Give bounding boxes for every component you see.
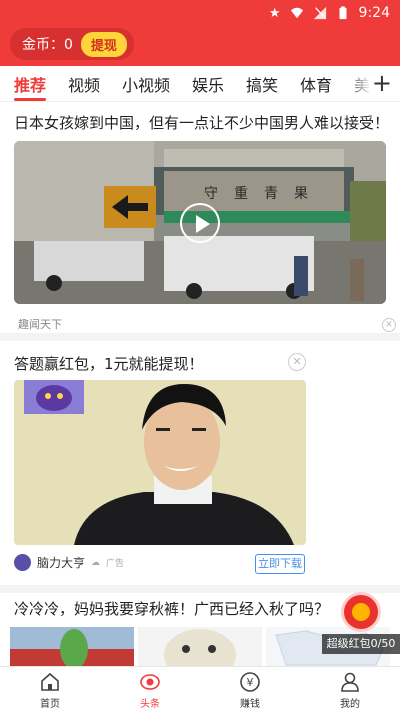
withdraw-button[interactable]: 提现 bbox=[80, 31, 127, 57]
status-time: 9:24 bbox=[358, 5, 390, 21]
article-source: 趣闻天下 bbox=[18, 318, 62, 331]
signal-icon bbox=[313, 6, 326, 20]
nav-label: 首页 bbox=[40, 699, 60, 710]
status-bar: ★ 9:24 bbox=[269, 5, 390, 21]
ad-tag: 广告 bbox=[106, 559, 125, 569]
ad-meta: 脑力大亨 ☁ 广告 bbox=[14, 554, 124, 571]
article-title[interactable]: 日本女孩嫁到中国，但有一点让不少中国男人难以接受！ bbox=[14, 112, 389, 133]
nav-label: 赚钱 bbox=[240, 699, 260, 710]
thumbnail-image bbox=[10, 627, 134, 667]
article-thumbnail[interactable] bbox=[138, 627, 262, 667]
nav-profile[interactable]: 我的 bbox=[320, 671, 380, 710]
tab-short-video[interactable]: 小视频 bbox=[122, 72, 170, 96]
download-button[interactable]: 立即下载 bbox=[255, 554, 305, 574]
eye-icon bbox=[140, 674, 160, 690]
thumbnail-image bbox=[138, 627, 262, 667]
svg-text:守: 守 bbox=[204, 186, 218, 202]
notification-star-icon: ★ bbox=[268, 5, 281, 21]
play-button-icon[interactable] bbox=[180, 203, 220, 243]
nav-label: 头条 bbox=[140, 699, 160, 710]
tab-video[interactable]: 视频 bbox=[68, 72, 100, 96]
user-icon bbox=[341, 672, 359, 692]
tab-fade bbox=[344, 66, 372, 101]
article-title[interactable]: 冷冷冷，妈妈我要穿秋裤！广西已经入秋了吗？ bbox=[14, 598, 329, 619]
article-thumbnail[interactable] bbox=[10, 627, 134, 667]
ad-photo bbox=[14, 380, 306, 545]
add-channel-icon[interactable]: + bbox=[372, 69, 392, 97]
nav-home[interactable]: 首页 bbox=[20, 671, 80, 710]
coin-balance[interactable]: 金币：0 提现 bbox=[10, 28, 134, 60]
yuan-icon: ¥ bbox=[240, 672, 260, 692]
advertiser-name: 脑力大亨 bbox=[37, 556, 86, 570]
channel-tabs: 推荐 视频 小视频 娱乐 搞笑 体育 美 + bbox=[0, 66, 400, 102]
ad-close-icon[interactable]: ✕ bbox=[288, 353, 306, 371]
coin-label: 金币：0 bbox=[22, 37, 73, 53]
svg-text:¥: ¥ bbox=[247, 676, 254, 689]
video-thumbnail[interactable]: 守 重 青 果 bbox=[14, 141, 386, 304]
home-icon bbox=[41, 672, 59, 691]
ad-image[interactable] bbox=[14, 380, 306, 545]
red-packet-progress[interactable]: 超级红包0/50 bbox=[322, 634, 400, 654]
cloud-icon: ☁ bbox=[91, 557, 101, 568]
battery-icon bbox=[339, 6, 347, 20]
nav-headlines[interactable]: 头条 bbox=[120, 671, 180, 710]
red-packet-icon[interactable] bbox=[344, 595, 378, 629]
tab-sports[interactable]: 体育 bbox=[300, 72, 332, 96]
active-tab-indicator bbox=[14, 98, 46, 101]
feed-divider bbox=[0, 585, 400, 593]
tab-entertainment[interactable]: 娱乐 bbox=[192, 72, 224, 96]
svg-text:青: 青 bbox=[264, 186, 278, 202]
bottom-nav: 首页 头条 ¥ 赚钱 我的 bbox=[0, 666, 400, 710]
tab-funny[interactable]: 搞笑 bbox=[246, 72, 278, 96]
svg-text:果: 果 bbox=[294, 186, 308, 202]
ad-title[interactable]: 答题赢红包，1元就能提现！ bbox=[14, 353, 204, 374]
nav-label: 我的 bbox=[340, 699, 360, 710]
wifi-icon bbox=[290, 7, 303, 19]
dismiss-icon[interactable]: ✕ bbox=[382, 318, 396, 332]
nav-earn[interactable]: ¥ 赚钱 bbox=[220, 671, 280, 710]
feed-divider bbox=[0, 333, 400, 341]
tab-recommend[interactable]: 推荐 bbox=[14, 72, 46, 96]
svg-text:重: 重 bbox=[234, 186, 248, 202]
app-header: ★ 9:24 金币：0 提现 bbox=[0, 0, 400, 66]
advertiser-avatar bbox=[14, 554, 31, 571]
